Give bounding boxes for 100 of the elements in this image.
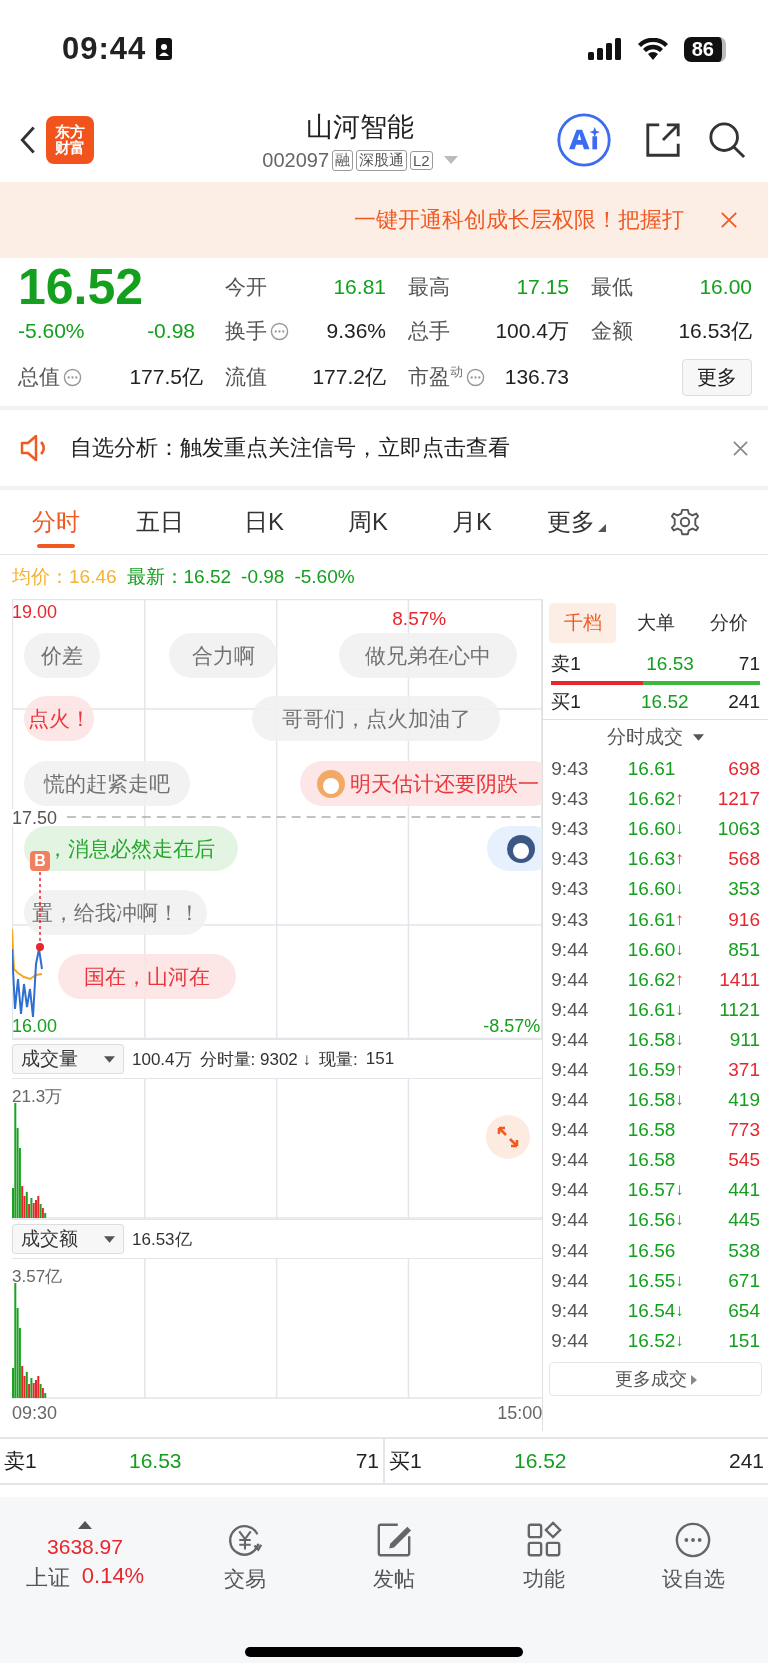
- trade-price: 16.57: [626, 1179, 676, 1202]
- trade-price: 16.58: [626, 1089, 676, 1112]
- axis-label: 3.57亿: [12, 1266, 63, 1288]
- expand-icon[interactable]: [486, 1115, 531, 1159]
- more-icon: [674, 1521, 713, 1559]
- comment-bubble[interactable]: 做兄弟在心中: [339, 633, 517, 678]
- order-label: 买1: [389, 1448, 423, 1474]
- amount-total: 16.53亿: [132, 1228, 192, 1251]
- notice-bar[interactable]: 自选分析：触发重点关注信号，立即点击查看: [0, 410, 768, 490]
- comment-bubble[interactable]: 哥哥们，点火加油了: [252, 696, 500, 741]
- comment-bubble[interactable]: [487, 826, 543, 871]
- comment-text: 做兄弟在心中: [365, 642, 491, 669]
- comment-bubble[interactable]: 价差: [24, 633, 100, 678]
- settings-icon[interactable]: [670, 507, 700, 537]
- volume-total: 100.4万: [132, 1048, 192, 1071]
- stat-value: 16.81: [333, 275, 386, 299]
- comment-text: 国在，山河在: [84, 963, 210, 990]
- order-volume: 241: [727, 1449, 764, 1473]
- trend-arrow: ↓: [675, 1029, 685, 1050]
- order-volume: 241: [728, 691, 760, 713]
- nav-item[interactable]: 交易: [170, 1521, 320, 1593]
- comment-text: ，消息必然走在后: [47, 835, 215, 862]
- trade-price: 16.59: [626, 1059, 676, 1081]
- search-icon[interactable]: [708, 121, 746, 159]
- stock-name: 山河智能: [306, 110, 414, 144]
- stat-label-sup: 动: [450, 363, 463, 379]
- ai-button[interactable]: [556, 112, 612, 168]
- caret-icon: [693, 733, 705, 741]
- stat-label: 换手: [225, 318, 267, 344]
- chart-tab[interactable]: 更多: [524, 490, 628, 554]
- trade-volume: 1121: [718, 998, 760, 1021]
- caret-icon: [597, 524, 606, 532]
- more-button[interactable]: 更多: [682, 358, 752, 396]
- trade-time: 9:44: [551, 1329, 590, 1352]
- app-logo: 东方 财富: [46, 116, 94, 164]
- trend-arrow: ↑: [675, 969, 685, 990]
- trend-arrow: ↓: [675, 1090, 685, 1111]
- index-value: 3638.97: [47, 1535, 123, 1559]
- trend-arrow: ↓: [675, 999, 685, 1020]
- trade-time: 9:44: [551, 1089, 590, 1112]
- close-icon[interactable]: [733, 440, 748, 456]
- trade-price: 16.58: [626, 1028, 676, 1051]
- info-icon[interactable]: [270, 321, 289, 341]
- average-price: 均价：16.46: [12, 565, 117, 589]
- chart-tab[interactable]: 周K: [316, 490, 420, 554]
- info-icon[interactable]: [466, 367, 485, 387]
- trade-volume: 916: [727, 908, 760, 931]
- chart-tab[interactable]: 日K: [212, 490, 316, 554]
- trend-arrow: ↓: [675, 939, 685, 960]
- comment-bubble[interactable]: 合力啊: [169, 633, 277, 678]
- trade-time: 9:43: [551, 878, 590, 901]
- info-icon[interactable]: [63, 367, 82, 387]
- indicator-dropdown[interactable]: 成交额: [12, 1224, 124, 1254]
- trend-arrow: ↓: [675, 1300, 685, 1321]
- trend-arrow: ↓: [675, 1180, 685, 1201]
- current-price: 16.52: [18, 262, 145, 312]
- trade-time: 9:44: [551, 1269, 590, 1292]
- indicator-dropdown[interactable]: 成交量: [12, 1044, 124, 1074]
- trade-time: 9:44: [551, 1059, 590, 1081]
- market-tag: 深股通: [356, 149, 408, 171]
- stat-value: 16.53亿: [678, 318, 752, 344]
- comment-bubble[interactable]: 慌的赶紧走吧: [24, 761, 190, 806]
- comment-text: 价差: [41, 642, 83, 669]
- stat-label: 总手: [408, 318, 450, 344]
- trade-volume: 698: [727, 758, 760, 781]
- chart-tab[interactable]: 五日: [108, 490, 212, 554]
- battery-indicator: 86: [683, 36, 726, 62]
- more-trades-button[interactable]: 更多成交: [549, 1361, 762, 1396]
- share-icon[interactable]: [644, 121, 682, 159]
- order-price: 16.52: [640, 691, 690, 713]
- order-price: 16.53: [129, 1449, 183, 1473]
- nav-item[interactable]: 设自选: [618, 1521, 768, 1593]
- trend-arrow: ↓: [675, 1330, 685, 1351]
- comment-bubble[interactable]: 明天估计还要阴跌一: [300, 761, 543, 806]
- stat-value: 136.73: [504, 365, 569, 389]
- index-widget[interactable]: 3638.97 上证 0.14%: [0, 1521, 170, 1593]
- order-volume: 71: [738, 653, 760, 675]
- chart-tab[interactable]: 月K: [420, 490, 524, 554]
- change-amount: -0.98: [147, 319, 195, 343]
- trade-price: 16.52: [626, 1329, 676, 1352]
- close-icon[interactable]: [720, 211, 738, 229]
- nav-item[interactable]: 发帖: [319, 1521, 469, 1593]
- trades-dropdown[interactable]: 分时成交: [601, 720, 711, 754]
- trade-volume: 911: [728, 1028, 760, 1051]
- panel-tab[interactable]: 分价: [695, 603, 762, 643]
- stat-value: 177.5亿: [129, 364, 203, 390]
- split-volume: 分时量: 9302 ↓: [199, 1048, 312, 1071]
- index-change: 0.14%: [81, 1563, 145, 1590]
- panel-tab[interactable]: 大单: [622, 603, 690, 643]
- comment-text: 明天估计还要阴跌一: [350, 770, 539, 797]
- back-icon[interactable]: [20, 125, 36, 155]
- trade-price: 16.60: [626, 818, 676, 841]
- comment-bubble[interactable]: 置，给我冲啊！！: [24, 890, 207, 935]
- trade-time: 9:44: [551, 1239, 590, 1262]
- stat-value: 100.4万: [495, 318, 569, 344]
- expand-up-icon[interactable]: [78, 1521, 92, 1529]
- nav-item[interactable]: 功能: [469, 1521, 619, 1593]
- comment-bubble[interactable]: 点火！: [24, 696, 94, 741]
- comment-bubble[interactable]: 国在，山河在: [58, 954, 236, 999]
- trend-arrow: ↓: [675, 819, 685, 840]
